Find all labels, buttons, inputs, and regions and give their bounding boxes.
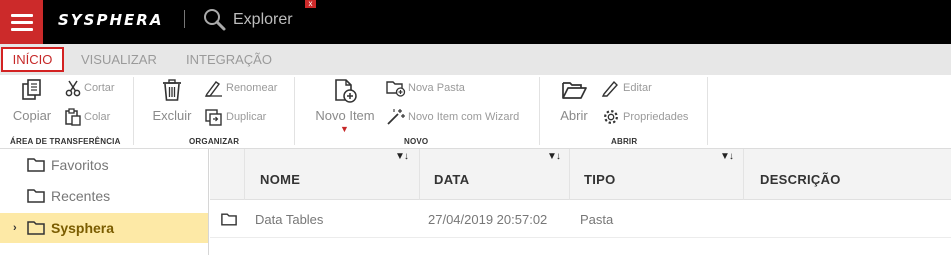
folder-icon: [27, 158, 45, 172]
delete-button[interactable]: Excluir: [150, 78, 194, 124]
group-divider: [539, 77, 540, 145]
cut-label: Cortar: [84, 82, 115, 94]
folder-icon: [27, 189, 45, 203]
group-divider: [133, 77, 134, 145]
app-title: Explorer: [233, 11, 293, 28]
column-divider: [419, 149, 420, 200]
duplicate-icon: [205, 109, 222, 126]
tree-item-favoritos[interactable]: Favoritos: [0, 150, 208, 180]
group-label-open: ABRIR: [611, 137, 638, 146]
new-item-wizard-button[interactable]: Novo Item com Wizard: [386, 107, 519, 127]
filter-sort-icon[interactable]: ▼↓: [547, 151, 561, 162]
new-item-wizard-label: Novo Item com Wizard: [408, 111, 520, 123]
group-label-clipboard: ÁREA DE TRANSFERÊNCIA: [10, 137, 121, 146]
cut-button[interactable]: Cortar: [64, 78, 115, 98]
column-header-descricao[interactable]: DESCRIÇÃO: [760, 172, 841, 187]
file-table: NOME ▼↓ DATA ▼↓ TIPO ▼↓ DESCRIÇÃO Data T…: [210, 149, 951, 255]
gear-icon: [604, 110, 618, 124]
copy-icon: [22, 79, 41, 100]
group-divider: [294, 77, 295, 145]
pencil-icon: [601, 80, 618, 97]
tree-item-label: Sysphera: [51, 220, 115, 236]
hamburger-menu-icon[interactable]: [0, 0, 43, 44]
ribbon-tab-bar: INÍCIO VISUALIZAR INTEGRAÇÃO: [0, 44, 951, 75]
new-folder-button[interactable]: Nova Pasta: [386, 78, 465, 98]
column-header-tipo[interactable]: TIPO: [584, 172, 616, 187]
delete-label: Excluir: [152, 108, 192, 123]
edit-label: Editar: [623, 82, 652, 94]
filter-sort-icon[interactable]: ▼↓: [395, 151, 409, 162]
brand-divider: [184, 10, 185, 28]
rename-icon: [204, 81, 222, 97]
edit-button[interactable]: Editar: [601, 78, 652, 98]
top-bar: SYSPHERA Explorer x: [0, 0, 951, 44]
open-label: Abrir: [560, 108, 588, 123]
properties-button[interactable]: Propriedades: [601, 107, 688, 127]
filter-sort-icon[interactable]: ▼↓: [720, 151, 734, 162]
new-item-button[interactable]: Novo Item: [313, 78, 377, 124]
column-divider: [244, 149, 245, 200]
chevron-right-icon[interactable]: ›: [13, 222, 17, 234]
tab-inicio[interactable]: INÍCIO: [1, 47, 64, 72]
tree-item-label: Favoritos: [51, 157, 109, 173]
close-icon[interactable]: x: [305, 0, 316, 8]
column-divider: [743, 149, 744, 200]
new-folder-label: Nova Pasta: [408, 82, 465, 94]
copy-label: Copiar: [12, 108, 52, 123]
folder-open-icon: [562, 82, 587, 99]
group-divider: [707, 77, 708, 145]
trash-icon: [163, 79, 181, 101]
tab-visualizar[interactable]: VISUALIZAR: [81, 47, 157, 72]
group-label-organize: ORGANIZAR: [189, 137, 240, 146]
folder-icon: [27, 221, 45, 235]
group-label-new: NOVO: [404, 137, 429, 146]
paste-label: Colar: [84, 111, 111, 123]
new-item-icon: [335, 79, 357, 103]
open-button[interactable]: Abrir: [555, 78, 593, 124]
cell-data: 27/04/2019 20:57:02: [428, 212, 548, 227]
paste-icon: [65, 108, 81, 126]
tree-item-label: Recentes: [51, 188, 111, 204]
duplicate-label: Duplicar: [226, 111, 267, 123]
new-folder-icon: [386, 81, 406, 97]
new-item-label: Novo Item: [315, 108, 375, 123]
column-header-data[interactable]: DATA: [434, 172, 469, 187]
copy-button[interactable]: Copiar: [12, 78, 52, 124]
rename-label: Renomear: [226, 82, 278, 94]
folder-icon: [221, 213, 237, 226]
column-divider: [569, 149, 570, 200]
scissors-icon: [65, 80, 81, 97]
cell-tipo: Pasta: [580, 212, 614, 227]
magic-wand-icon: [387, 109, 405, 125]
duplicate-button[interactable]: Duplicar: [204, 107, 266, 127]
properties-label: Propriedades: [623, 111, 689, 123]
tab-integracao[interactable]: INTEGRAÇÃO: [186, 47, 272, 72]
cell-nome: Data Tables: [255, 212, 324, 227]
paste-button[interactable]: Colar: [64, 107, 110, 127]
brand-logo: SYSPHERA: [58, 11, 164, 29]
tree-item-sysphera[interactable]: › Sysphera: [0, 213, 208, 243]
table-row[interactable]: Data Tables 27/04/2019 20:57:02 Pasta: [210, 201, 951, 238]
column-header-nome[interactable]: NOME: [260, 172, 300, 187]
folder-tree: Favoritos Recentes › Sysphera: [0, 149, 209, 255]
rename-button[interactable]: Renomear: [204, 78, 277, 98]
tree-item-recentes[interactable]: Recentes: [0, 181, 208, 211]
search-icon: [204, 9, 226, 31]
ribbon-toolbar: Copiar Cortar Colar ÁREA DE TRANSFERÊNCI…: [0, 75, 951, 149]
chevron-down-icon[interactable]: ▼: [340, 124, 349, 134]
table-header: NOME ▼↓ DATA ▼↓ TIPO ▼↓ DESCRIÇÃO: [210, 149, 951, 200]
